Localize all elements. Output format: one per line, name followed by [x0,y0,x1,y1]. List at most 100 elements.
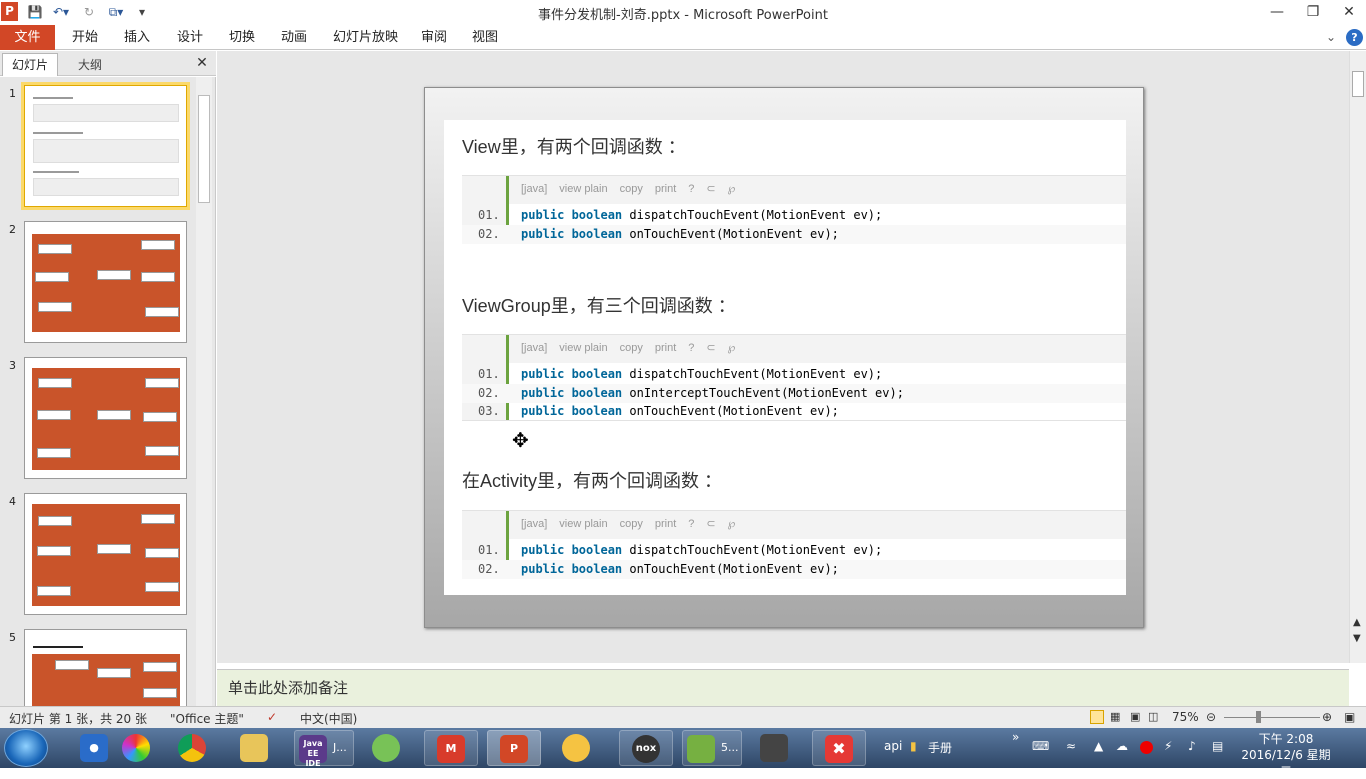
toolbar-api[interactable]: api [884,739,902,753]
taskbar-app-xmind[interactable]: ✖ [812,730,866,766]
record-icon[interactable] [1140,741,1153,754]
volume-icon[interactable]: ♪ [1188,739,1196,753]
slide-number: 1 [9,87,16,100]
folder-icon[interactable] [228,730,282,766]
section-heading: 在Activity里，有两个回调函数 ： [462,471,723,491]
minimize-button[interactable]: — [1262,2,1292,22]
slideshow-icon[interactable]: ◫ [1148,710,1158,723]
window-title: 事件分发机制-刘奇.pptx - Microsoft PowerPoint [538,8,828,23]
show-hidden-icon[interactable]: ▲ [1094,739,1103,753]
power-icon[interactable]: ⚡ [1164,739,1172,753]
taskbar-app-nox[interactable]: nox [619,730,673,766]
code-line: 01. public boolean dispatchTouchEvent(Mot… [478,367,883,381]
tab-animations[interactable]: 动画 [281,25,307,50]
code-icon[interactable]: ⊂ [706,342,715,354]
help-link[interactable]: ? [688,518,694,530]
zoom-slider-handle[interactable] [1256,711,1261,723]
slide-thumbnail-5[interactable] [24,629,187,706]
ribbon-tabs: 文件 开始 插入 设计 切换 动画 幻灯片放映 审阅 视图 ⌄ ? [0,25,1366,50]
clock[interactable]: 下午 2:08 2016/12/6 星期二 [1240,731,1332,779]
android-studio-icon[interactable] [360,730,414,766]
start-button[interactable] [4,729,48,767]
code-block[interactable]: [java] view plain copy print? ⊂ ℘ 01. public b… [462,175,1126,244]
fork-icon[interactable]: ℘ [728,518,736,530]
slide-sorter-icon[interactable]: ▦ [1110,710,1120,723]
tab-insert[interactable]: 插入 [124,25,150,50]
spellcheck-icon[interactable]: ✓ [267,710,277,724]
normal-view-icon[interactable] [1090,710,1104,724]
copy-link[interactable]: copy [620,342,643,354]
slide-number: 5 [9,631,16,644]
keyboard-icon[interactable]: ⌨ [1032,739,1049,753]
panel-close-icon[interactable]: ✕ [194,55,210,71]
help-link[interactable]: ? [688,183,694,195]
taskbar-app-java-ide[interactable]: Java EE IDE J... [294,730,354,768]
recorder-icon[interactable] [748,730,802,766]
close-button[interactable]: ✕ [1334,2,1364,22]
copy-link[interactable]: copy [620,183,643,195]
fork-icon[interactable]: ℘ [728,183,736,195]
taskbar-app-5[interactable]: 5... [682,730,742,766]
zoom-level[interactable]: 75% [1172,710,1199,724]
reading-view-icon[interactable]: ▣ [1130,710,1140,723]
code-block[interactable]: [java] view plain copy print? ⊂ ℘ 01. public b… [462,510,1126,579]
taskbar-app-icon[interactable] [110,730,164,766]
slide-scrollbar[interactable]: ▲ ▼ [1349,51,1366,663]
ribbon-collapse-icon[interactable]: ⌄ [1326,25,1336,50]
slide-thumbnail-3[interactable] [24,357,187,479]
code-line: 01. public boolean dispatchTouchEvent(Mot… [478,543,883,557]
tray-app-icon[interactable]: ☁ [1116,739,1128,753]
prev-slide-icon[interactable]: ▲ [1353,617,1361,628]
qq-icon[interactable] [550,730,604,766]
tab-slides[interactable]: 幻灯片 [2,53,58,76]
copy-link[interactable]: copy [620,518,643,530]
notes-pane[interactable]: 单击此处添加备注 [217,669,1349,706]
fork-icon[interactable]: ℘ [728,342,736,354]
zoom-out-icon[interactable]: ⊝ [1206,710,1216,724]
chrome-icon[interactable] [166,730,220,766]
slide-thumbnail-4[interactable] [24,493,187,615]
print-link[interactable]: print [655,183,676,195]
code-icon[interactable]: ⊂ [706,183,715,195]
thumbnail-scrollbar[interactable] [196,77,212,706]
view-plain-link[interactable]: view plain [559,183,607,195]
tab-transitions[interactable]: 切换 [229,25,255,50]
view-plain-link[interactable]: view plain [559,342,607,354]
code-icon[interactable]: ⊂ [706,518,715,530]
toolbar-manual[interactable]: 手册 [928,739,952,756]
slide-number: 2 [9,223,16,236]
scroll-thumb[interactable] [1352,71,1364,97]
slide-content[interactable]: View里，有两个回调函数 ： [java] view plain copy prin… [444,120,1126,595]
zoom-in-icon[interactable]: ⊕ [1322,710,1332,724]
restore-button[interactable]: ❐ [1298,2,1328,22]
wifi-icon[interactable]: ≈ [1066,739,1076,753]
move-cursor-icon: ✥ [512,428,529,452]
view-plain-link[interactable]: view plain [559,518,607,530]
tab-design[interactable]: 设计 [177,25,203,50]
clock-time: 下午 2:08 [1258,732,1314,746]
folder-icon[interactable]: ▮ [910,739,917,753]
print-link[interactable]: print [655,518,676,530]
tab-view[interactable]: 视图 [472,25,498,50]
help-link[interactable]: ? [688,342,694,354]
language[interactable]: 中文(中国) [300,710,357,727]
slide-thumbnail-1[interactable] [24,85,187,207]
next-slide-icon[interactable]: ▼ [1353,633,1361,644]
theme-name[interactable]: "Office 主题" [170,710,244,727]
fit-window-icon[interactable]: ▣ [1344,710,1355,724]
chevron-icon[interactable]: » [1012,730,1019,744]
tab-outline[interactable]: 大纲 [62,54,118,76]
print-link[interactable]: print [655,342,676,354]
network-icon[interactable]: ▤ [1212,739,1223,753]
tab-home[interactable]: 开始 [72,25,98,50]
taskbar-app-powerpoint[interactable]: P [487,730,541,766]
tab-file[interactable]: 文件 [0,25,55,50]
tab-review[interactable]: 审阅 [421,25,447,50]
tab-slideshow[interactable]: 幻灯片放映 [333,25,398,50]
slide-thumbnail-2[interactable] [24,221,187,343]
taskbar-app-m[interactable]: M [424,730,478,766]
help-icon[interactable]: ? [1346,29,1363,46]
code-block[interactable]: [java] view plain copy print? ⊂ ℘ 01. public b… [462,334,1126,421]
zoom-slider[interactable] [1224,717,1320,718]
scroll-thumb[interactable] [198,95,210,203]
